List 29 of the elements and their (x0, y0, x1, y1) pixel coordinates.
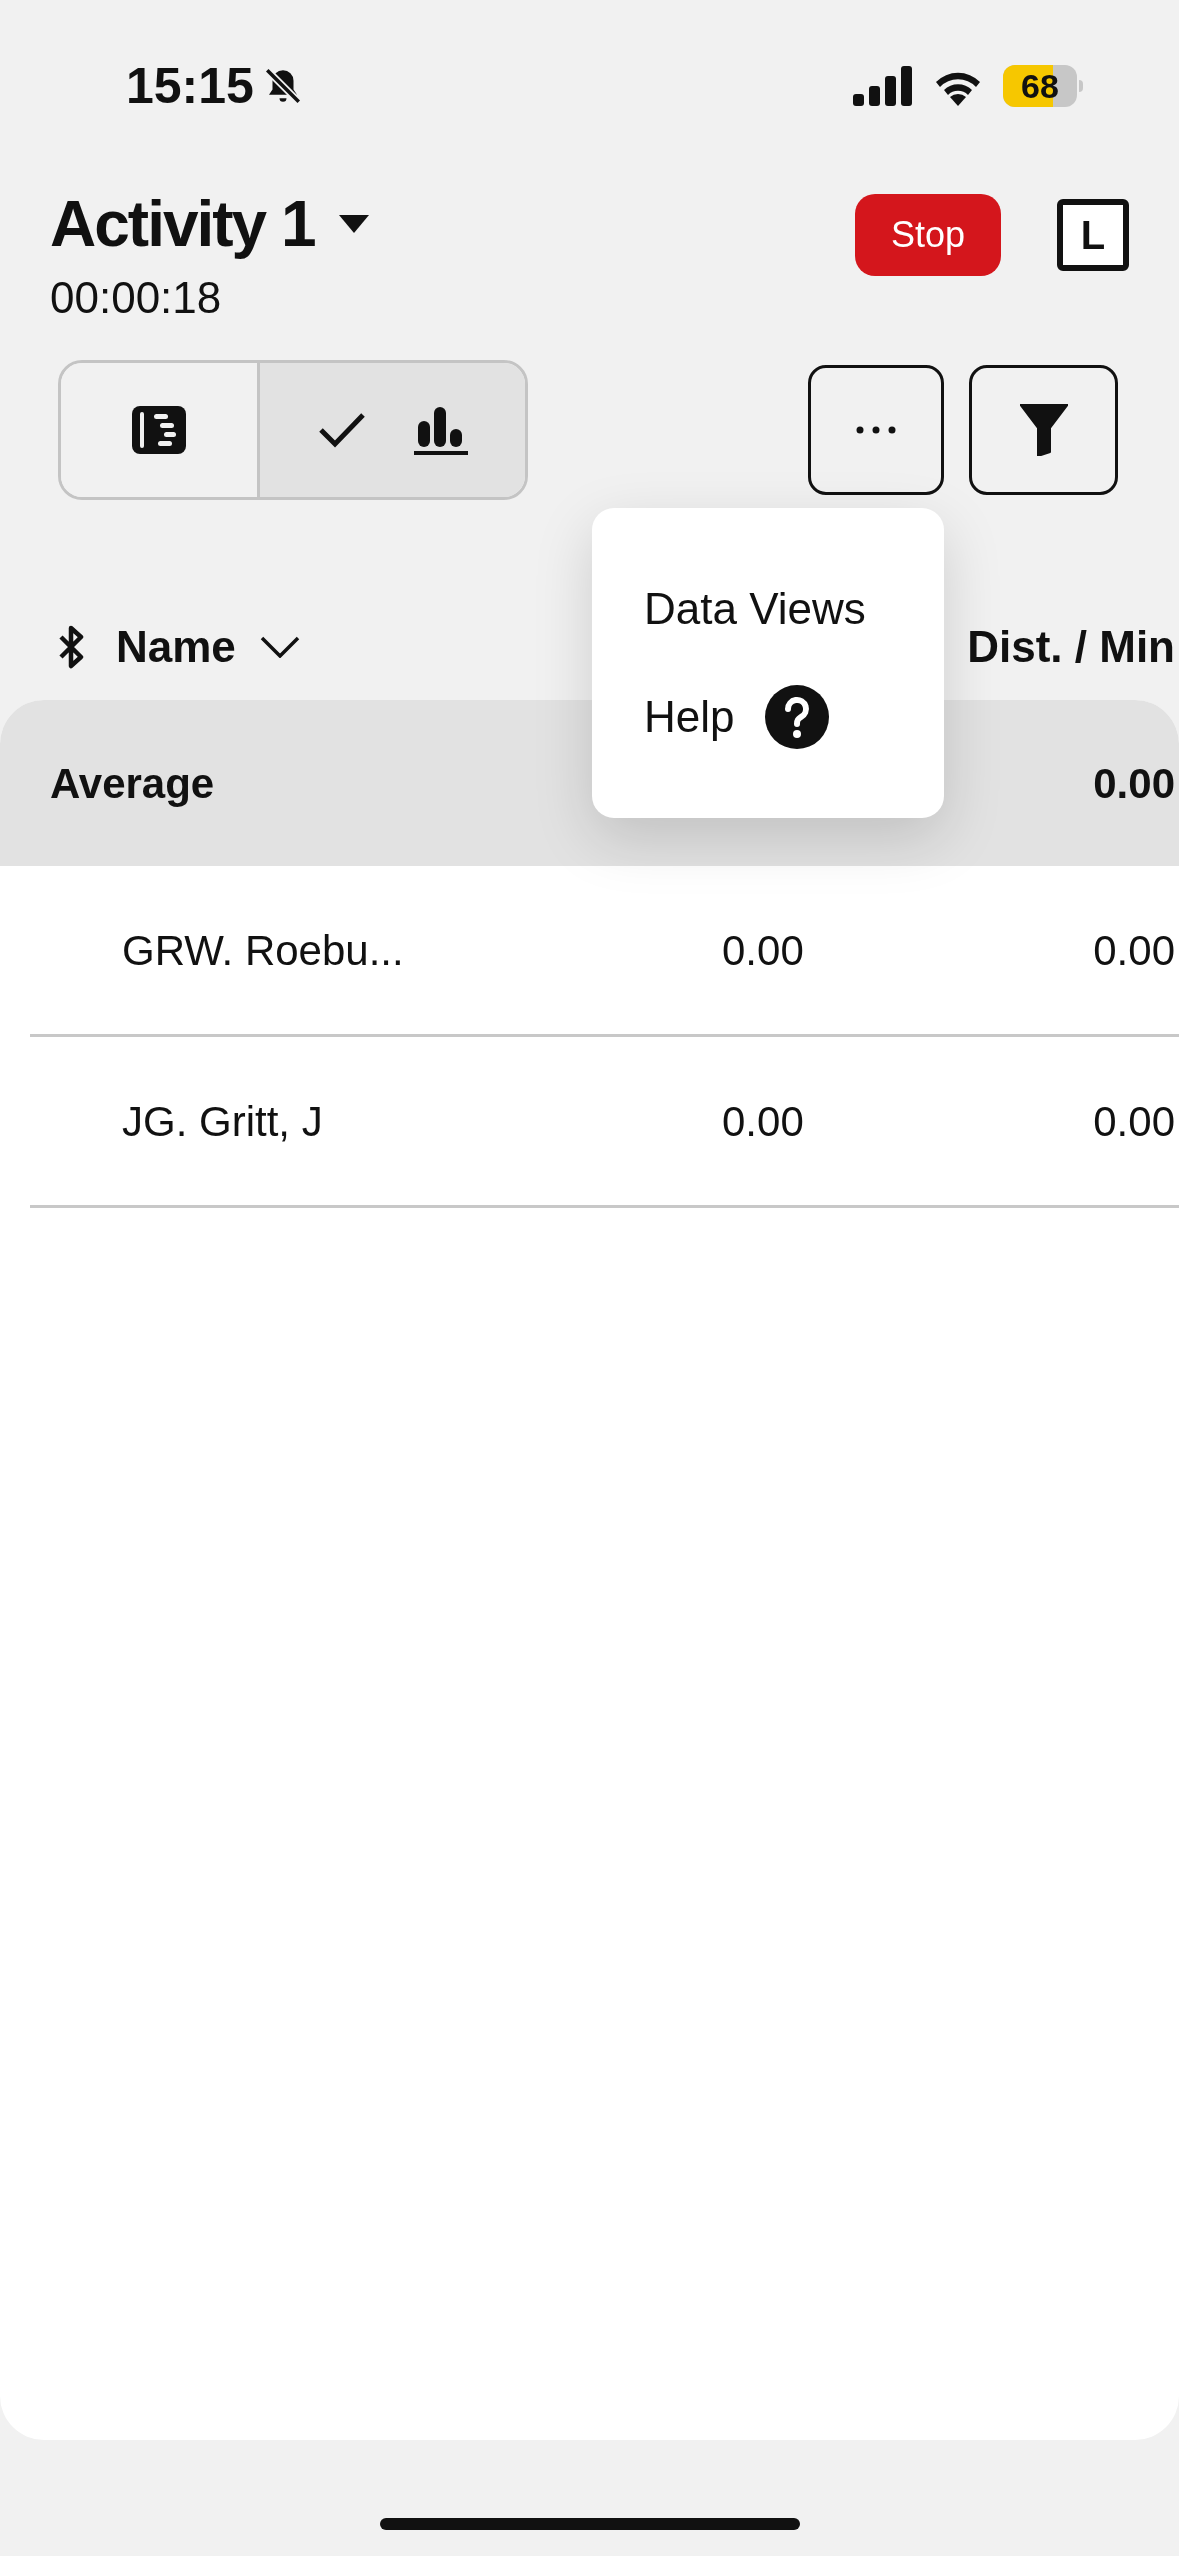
bluetooth-icon (58, 625, 86, 669)
sort-name-button[interactable]: Name (116, 614, 300, 680)
table-cell-text: 0.00 (722, 925, 805, 976)
menu-item[interactable]: Help (644, 685, 944, 749)
bar-chart-icon (413, 405, 468, 455)
elapsed-time: 00:00:18 (50, 276, 223, 320)
menu-item[interactable]: Data Views (644, 577, 944, 641)
chevron-down-icon (259, 636, 300, 658)
more-button[interactable] (808, 365, 944, 495)
athlete-name[interactable]: JG. Gritt, J (30, 1089, 722, 1153)
view-tab[interactable] (257, 363, 525, 497)
signal-icon (853, 66, 913, 106)
filter-icon (1019, 404, 1068, 456)
filter-button[interactable] (969, 365, 1118, 495)
list-icon (132, 406, 186, 454)
stop-button[interactable]: Stop (855, 194, 1001, 276)
table-cell-text: 0.00 (1092, 925, 1176, 976)
table-cell-text: 0.00 (722, 1096, 805, 1147)
ellipsis-icon (856, 426, 896, 434)
table-cell-text: 0.00 (1092, 1096, 1176, 1147)
column-header[interactable]: Dist. / Min (967, 614, 1175, 680)
caret-icon[interactable] (338, 215, 369, 233)
athlete-name[interactable]: GRW. Roebu... (30, 918, 722, 982)
average-value: 0.00 (1093, 758, 1175, 809)
status-time: 15:15 (126, 61, 254, 111)
check-icon (317, 412, 366, 448)
letter-badge[interactable]: L (1057, 199, 1129, 271)
help-icon (764, 685, 829, 749)
average-label: Average (50, 758, 215, 809)
